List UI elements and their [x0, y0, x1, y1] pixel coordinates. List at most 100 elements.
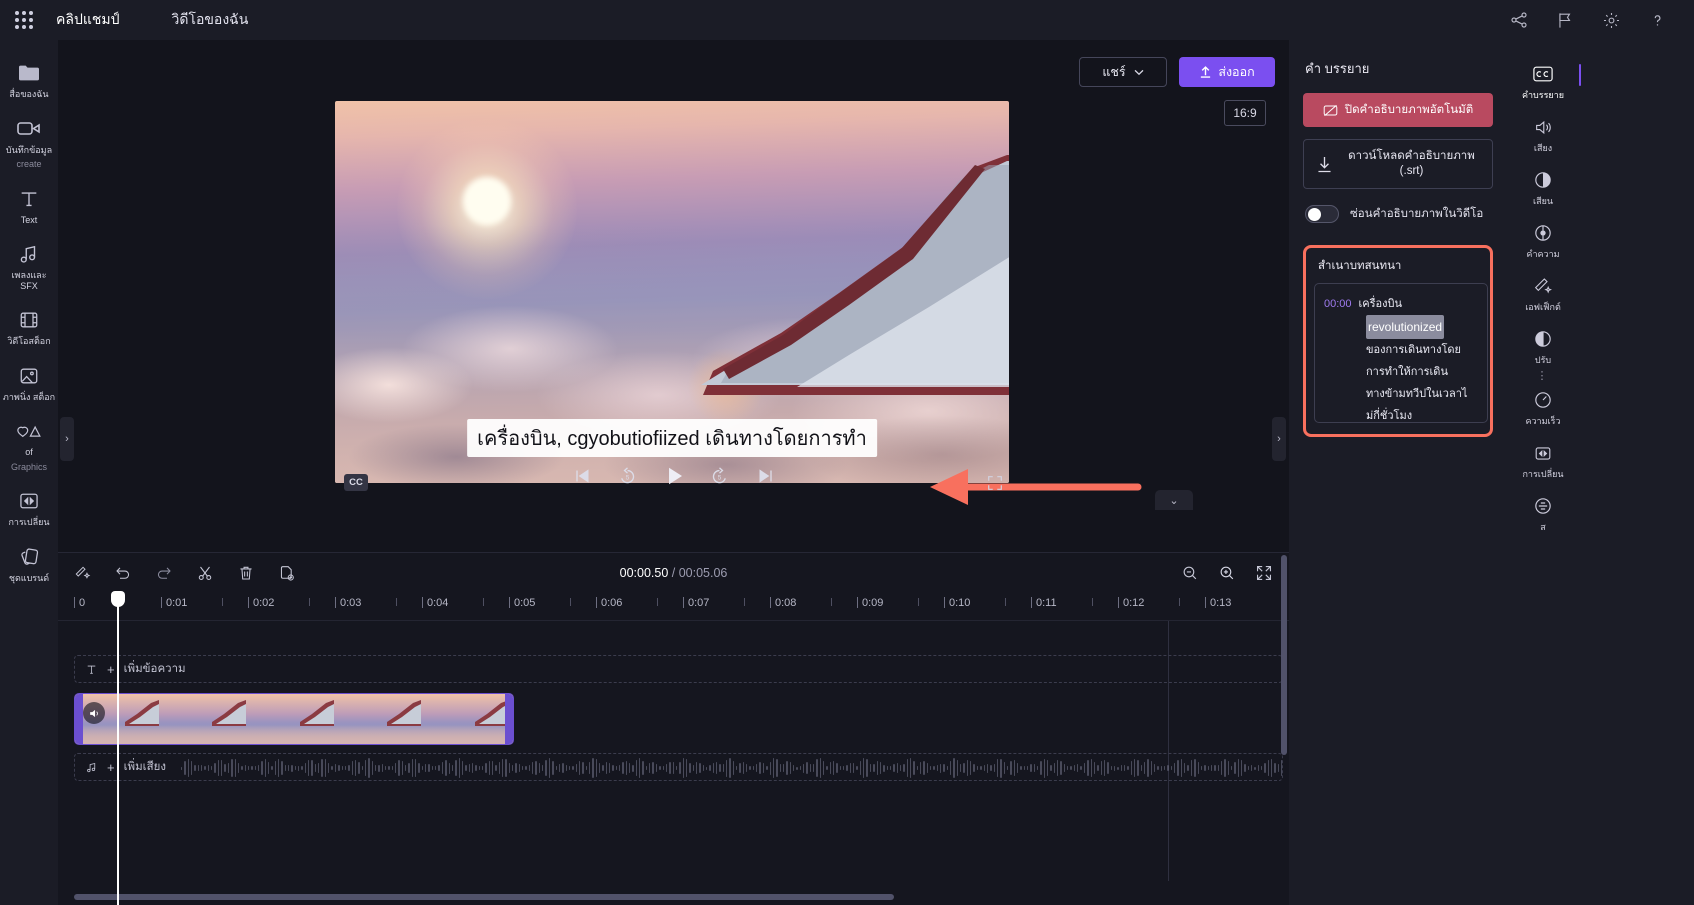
transcript-word[interactable]: การทำให้การเดิน — [1366, 361, 1448, 383]
share-button[interactable]: แชร์ — [1079, 57, 1167, 87]
sidebar-sublabel: create — [16, 159, 42, 169]
rail-item-color[interactable]: คำความ — [1513, 213, 1573, 266]
sidebar-item-stock-video[interactable]: วิดีโอสต็อก — [0, 301, 58, 353]
rewind-5s-button[interactable]: 5 — [615, 463, 641, 489]
sidebar-item-stock-images[interactable]: ภาพนิ่ง สต็อก — [0, 357, 58, 409]
zoom-out-icon[interactable] — [1180, 563, 1199, 582]
rail-item-effects[interactable]: เอฟเฟ็กต์ — [1513, 266, 1573, 319]
transcript-line[interactable]: ทางข้ามทวีปในเวลาไ — [1324, 383, 1479, 405]
export-button[interactable]: ส่งออก — [1179, 57, 1275, 87]
undo-icon[interactable] — [113, 563, 133, 583]
transcript-word[interactable]: ของการเดินทางโดย — [1366, 339, 1461, 361]
right-panel-collapse-handle[interactable]: › — [1272, 417, 1286, 461]
rail-label: การเปลี่ยน — [1522, 469, 1564, 479]
sun — [463, 177, 511, 225]
video-clip[interactable] — [74, 693, 514, 745]
timeline-vertical-scrollbar[interactable] — [1281, 555, 1287, 825]
forward-5s-button[interactable]: 5 — [707, 463, 733, 489]
sidebar-label: เพลงและ SFX — [11, 270, 47, 291]
transcript-line[interactable]: ม่กี่ชั่วโมง — [1324, 405, 1479, 422]
sidebar-item-graphics[interactable]: of Graphics — [0, 412, 58, 478]
scissors-icon[interactable] — [195, 563, 215, 583]
sidebar-sublabel: Graphics — [10, 461, 47, 472]
transcript-word-selected[interactable]: revolutionized — [1366, 315, 1445, 339]
rail-item-audio[interactable]: เสียง — [1513, 107, 1573, 160]
sidebar-item-transitions[interactable]: การเปลี่ยน — [0, 482, 58, 534]
flag-icon[interactable] — [1554, 9, 1576, 31]
skip-to-end-button[interactable] — [753, 463, 779, 489]
rail-item-transition[interactable]: การเปลี่ยน — [1513, 433, 1573, 486]
timeline-ruler[interactable]: 0 0:01 0:02 0:03 0:04 0:05 0:06 0:07 0:0… — [58, 593, 1289, 621]
disable-button-label: ปิดคำอธิบายภาพอัตโนมัติ — [1344, 104, 1474, 116]
cc-label: CC — [349, 477, 363, 488]
fit-to-screen-icon[interactable] — [1254, 563, 1273, 582]
wing-thumb — [387, 700, 422, 726]
clip-trim-handle-left[interactable] — [75, 694, 83, 744]
clipchamp-editor-window: คลิปแชมป์ วิดีโอของฉัน สื่อของฉัน บันทึก… — [0, 0, 1694, 905]
video-preview[interactable]: เครื่องบิน, cgyobutiofiized เดินทางโดยกา… — [335, 101, 1009, 483]
left-panel-collapse-handle[interactable]: › — [60, 417, 74, 461]
fade-icon — [1533, 442, 1553, 464]
transcript-line[interactable]: ของการเดินทางโดย — [1324, 339, 1479, 361]
trash-icon[interactable] — [236, 563, 256, 583]
magic-wand-icon[interactable] — [72, 563, 92, 583]
timeline-collapse-handle[interactable]: ⌄ — [1155, 490, 1193, 510]
transcript-word[interactable]: ทางข้ามทวีปในเวลาไ — [1366, 383, 1467, 405]
add-text-track[interactable]: + เพิ่มข้อความ — [74, 655, 1283, 683]
transcript-line[interactable]: revolutionized — [1324, 315, 1479, 339]
scrollbar-thumb[interactable] — [74, 894, 894, 900]
rail-label: ความเร็ว — [1525, 416, 1561, 426]
rail-item-fade[interactable]: เสียน — [1513, 160, 1573, 213]
skip-to-start-button[interactable] — [569, 463, 595, 489]
layers-icon — [18, 545, 41, 569]
duplicate-icon[interactable] — [277, 563, 297, 583]
settings-gear-icon[interactable] — [1600, 9, 1622, 31]
zoom-in-icon[interactable] — [1217, 563, 1236, 582]
add-audio-track[interactable]: + เพิ่มเสียง — [74, 753, 1283, 781]
ruler-tick: 0:13 — [1210, 597, 1232, 609]
ruler-tick: 0:11 — [1036, 597, 1057, 609]
share-network-icon[interactable] — [1508, 9, 1530, 31]
rail-item-filters[interactable]: ส — [1513, 486, 1573, 539]
fullscreen-button[interactable] — [986, 474, 1004, 492]
app-launcher-button[interactable] — [0, 0, 48, 40]
playhead[interactable] — [111, 591, 125, 905]
sidebar-item-record-create[interactable]: บันทึกข้อมูล create — [0, 110, 58, 176]
aspect-ratio-button[interactable]: 16:9 — [1224, 100, 1266, 126]
sidebar-item-brand-kit[interactable]: ชุดแบรนด์ — [0, 538, 58, 590]
scrollbar-thumb[interactable] — [1281, 555, 1287, 755]
redo-icon[interactable] — [154, 563, 174, 583]
music-note-icon — [18, 242, 40, 266]
transcript-line[interactable]: การทำให้การเดิน — [1324, 361, 1479, 383]
captions-toggle-button[interactable]: CC — [344, 474, 368, 491]
ruler-tick: 0:09 — [862, 597, 884, 609]
sidebar-label: สื่อของฉัน — [9, 89, 49, 99]
hide-captions-toggle[interactable] — [1305, 205, 1339, 223]
download-srt-button[interactable]: ดาวน์โหลดคำอธิบายภาพ (.srt) — [1303, 139, 1493, 189]
disable-auto-captions-button[interactable]: ปิดคำอธิบายภาพอัตโนมัติ — [1303, 93, 1493, 127]
svg-text:5: 5 — [718, 474, 722, 481]
timeline-horizontal-scrollbar[interactable] — [74, 894, 1283, 900]
help-question-icon[interactable] — [1646, 9, 1668, 31]
sidebar-item-text[interactable]: Text — [0, 180, 58, 232]
clip-trim-handle-right[interactable] — [505, 694, 513, 744]
rail-item-captions[interactable]: คำบรรยาย — [1513, 54, 1581, 107]
aspect-ratio-label: 16:9 — [1233, 106, 1257, 120]
clip-mute-icon[interactable] — [83, 702, 105, 724]
clip-thumbnail — [425, 694, 513, 744]
sidebar-item-music-sfx[interactable]: เพลงและ SFX — [0, 235, 58, 297]
captions-panel-title: คำ บรรยาย — [1305, 61, 1370, 76]
cc-off-icon — [1323, 104, 1338, 116]
rail-item-speed[interactable]: ความเร็ว — [1513, 380, 1573, 433]
sidebar-item-my-media[interactable]: สื่อของฉัน — [0, 54, 58, 106]
ruler-tick: 0:01 — [166, 597, 188, 609]
play-button[interactable] — [661, 463, 687, 489]
rail-item-adjust[interactable]: ปรับ — [1513, 319, 1573, 372]
video-camera-icon — [16, 117, 42, 141]
transcript-line[interactable]: 00:00 เครื่องบิน — [1324, 293, 1479, 315]
transcript-box[interactable]: 00:00 เครื่องบิน revolutionized ของการเด… — [1314, 283, 1488, 423]
download-icon — [1318, 156, 1331, 172]
transcript-word[interactable]: ม่กี่ชั่วโมง — [1366, 405, 1412, 422]
transcript-word[interactable]: เครื่องบิน — [1359, 293, 1403, 315]
tab-my-videos[interactable]: วิดีโอของฉัน — [171, 9, 248, 31]
